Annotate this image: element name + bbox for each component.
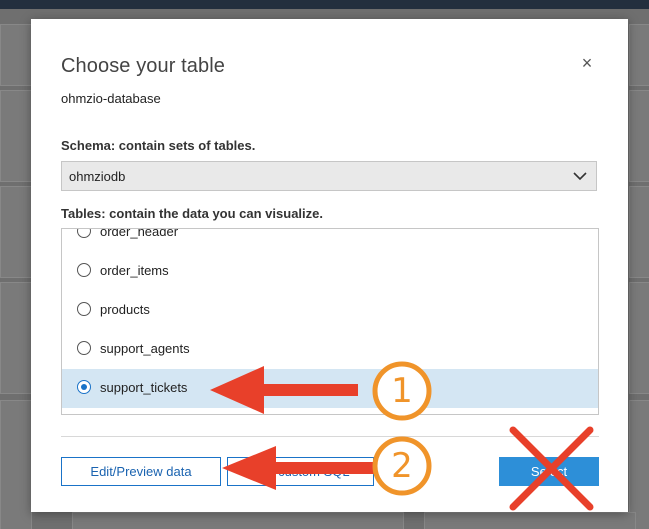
step-1-number: 1 xyxy=(391,371,413,411)
background-panel xyxy=(629,90,649,182)
table-row-order-items[interactable]: order_items xyxy=(62,252,598,291)
top-bar xyxy=(0,0,649,9)
table-name: order_header xyxy=(100,228,179,239)
radio-button[interactable] xyxy=(77,302,91,316)
background-panel xyxy=(629,186,649,278)
schema-selected-value: ohmziodb xyxy=(69,169,126,184)
radio-button[interactable] xyxy=(77,341,91,355)
table-row-support-agents[interactable]: support_agents xyxy=(62,330,598,369)
schema-label: Schema: contain sets of tables. xyxy=(61,138,256,153)
background-panel xyxy=(629,400,649,529)
radio-button-selected[interactable] xyxy=(77,380,91,394)
use-custom-sql-button[interactable]: Use custom SQL xyxy=(227,457,374,486)
dialog-title: Choose your table xyxy=(61,55,226,77)
table-row-products[interactable]: products xyxy=(62,291,598,330)
close-icon[interactable]: × xyxy=(579,54,595,72)
background-panel xyxy=(629,282,649,394)
background-panel xyxy=(72,512,404,529)
table-name: support_tickets xyxy=(100,380,188,395)
select-button[interactable]: Select xyxy=(499,457,599,486)
database-name: ohmzio-database xyxy=(61,91,161,106)
radio-button[interactable] xyxy=(77,263,91,277)
tables-list[interactable]: order_header order_items products suppor… xyxy=(61,228,599,415)
footer-divider xyxy=(61,436,599,437)
table-row-support-tickets[interactable]: support_tickets xyxy=(62,369,598,408)
background-panel xyxy=(0,400,32,529)
background-panel xyxy=(629,24,649,86)
step-2-number: 2 xyxy=(391,446,413,486)
table-name: order_items xyxy=(100,263,169,278)
choose-table-dialog: Choose your table × ohmzio-database Sche… xyxy=(31,19,628,512)
table-name: products xyxy=(100,302,150,317)
schema-select[interactable]: ohmziodb xyxy=(61,161,597,191)
table-row-order-header[interactable]: order_header xyxy=(62,228,598,252)
background-panel xyxy=(0,24,32,86)
background-panel xyxy=(0,186,32,278)
screen: Choose your table × ohmzio-database Sche… xyxy=(0,0,649,529)
chevron-down-icon xyxy=(573,172,587,181)
table-name: support_agents xyxy=(100,341,190,356)
tables-label: Tables: contain the data you can visuali… xyxy=(61,206,323,221)
background-panel xyxy=(0,90,32,182)
radio-button[interactable] xyxy=(77,229,91,238)
background-panel xyxy=(424,512,636,529)
background-panel xyxy=(0,282,32,394)
edit-preview-data-button[interactable]: Edit/Preview data xyxy=(61,457,221,486)
